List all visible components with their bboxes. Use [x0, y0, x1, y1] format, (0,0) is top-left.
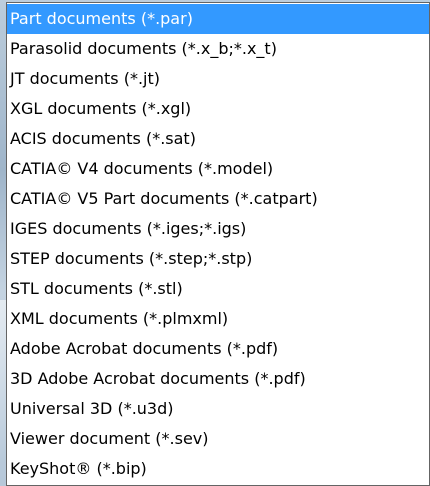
dropdown-option-universal-3d[interactable]: Universal 3D (*.u3d) [7, 394, 429, 424]
dropdown-option-xgl[interactable]: XGL documents (*.xgl) [7, 94, 429, 124]
dropdown-option-viewer[interactable]: Viewer document (*.sev) [7, 424, 429, 454]
dropdown-option-parasolid[interactable]: Parasolid documents (*.x_b;*.x_t) [7, 34, 429, 64]
dropdown-option-part[interactable]: Part documents (*.par) [7, 4, 429, 34]
dropdown-option-catia-v4[interactable]: CATIA© V4 documents (*.model) [7, 154, 429, 184]
file-type-dropdown-list[interactable]: Part documents (*.par) Parasolid documen… [6, 2, 430, 486]
dropdown-option-iges[interactable]: IGES documents (*.iges;*.igs) [7, 214, 429, 244]
dropdown-option-3d-acrobat[interactable]: 3D Adobe Acrobat documents (*.pdf) [7, 364, 429, 394]
dropdown-option-step[interactable]: STEP documents (*.step;*.stp) [7, 244, 429, 274]
dropdown-option-catia-v5[interactable]: CATIA© V5 Part documents (*.catpart) [7, 184, 429, 214]
dropdown-option-acis[interactable]: ACIS documents (*.sat) [7, 124, 429, 154]
dropdown-option-xml[interactable]: XML documents (*.plmxml) [7, 304, 429, 334]
dropdown-option-acrobat[interactable]: Adobe Acrobat documents (*.pdf) [7, 334, 429, 364]
dropdown-option-stl[interactable]: STL documents (*.stl) [7, 274, 429, 304]
dropdown-option-keyshot[interactable]: KeyShot® (*.bip) [7, 454, 429, 484]
dropdown-option-jt[interactable]: JT documents (*.jt) [7, 64, 429, 94]
